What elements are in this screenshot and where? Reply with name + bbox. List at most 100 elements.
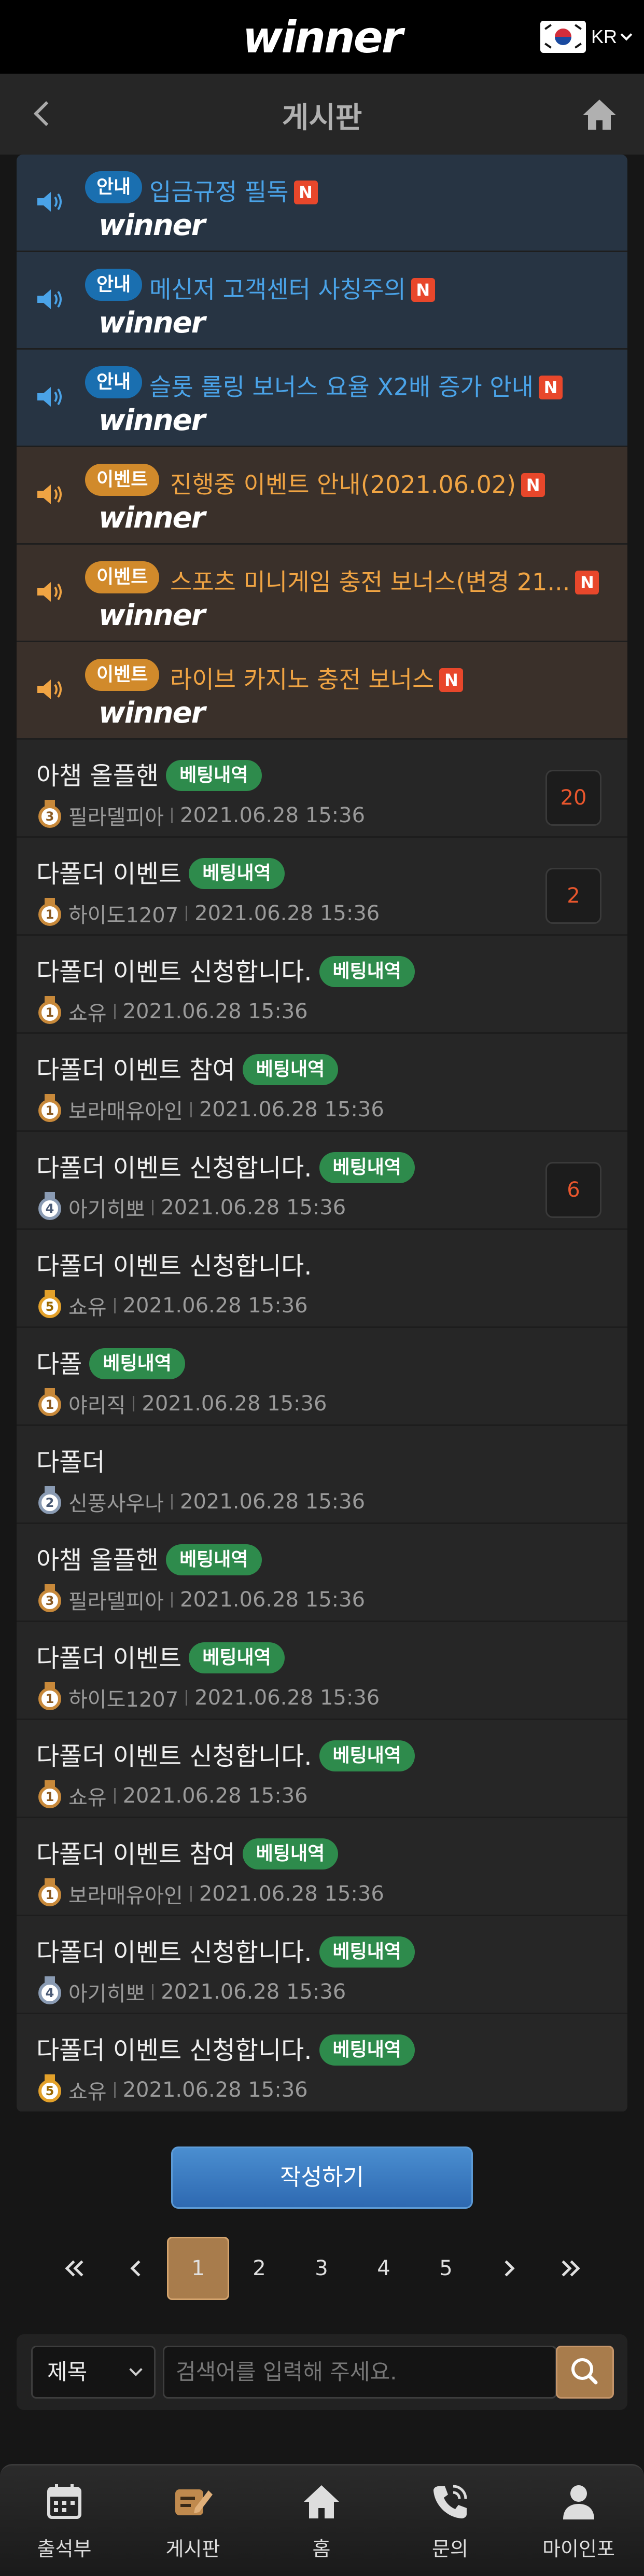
bet-history-badge[interactable]: 베팅내역 (242, 1054, 339, 1085)
brand-logo[interactable]: winner (232, 12, 412, 63)
notice-item[interactable]: 이벤트 진행중 이벤트 안내(2021.06.02) Nwinner (17, 447, 627, 545)
post-row[interactable]: 다폴더 이벤트 신청합니다. 베팅내역 1 쇼유 2021.06.28 15:36 (17, 936, 627, 1034)
nav-home[interactable]: 홈 (257, 2466, 386, 2576)
search-field-select[interactable]: 제목 (31, 2346, 156, 2399)
nav-attendance[interactable]: 출석부 (0, 2466, 129, 2576)
post-title-text: 다폴더 이벤트 신청합니다. (36, 2036, 312, 2065)
post-row[interactable]: 다폴더 이벤트 참여 베팅내역 1 보라매유아인 2021.06.28 15:36 (17, 1034, 627, 1132)
post-row[interactable]: 다폴더 이벤트 참여 베팅내역 1 보라매유아인 2021.06.28 15:36 (17, 1818, 627, 1916)
home-icon (583, 100, 616, 130)
level-medal-icon: 5 (37, 2074, 62, 2106)
bet-history-badge[interactable]: 베팅내역 (242, 1838, 339, 1869)
post-row[interactable]: 다폴더 이벤트 신청합니다. 베팅내역 4 아기히뽀 2021.06.28 15:36 6 (17, 1132, 627, 1230)
page-2[interactable]: 2 (228, 2237, 290, 2300)
post-date: 2021.06.28 15:36 (122, 1294, 308, 1318)
language-selector[interactable]: KR (540, 21, 633, 53)
page-4[interactable]: 4 (353, 2237, 415, 2300)
prev-page-button[interactable] (104, 2237, 166, 2300)
divider (171, 808, 173, 823)
level-medal-icon: 4 (37, 1976, 62, 2007)
notice-item[interactable]: 안내 슬롯 롤링 보너스 요율 X2배 증가 안내 Nwinner (17, 350, 627, 447)
post-title-text: 다폴더 이벤트 신청합니다. (36, 1742, 312, 1771)
korea-flag-icon (540, 21, 586, 53)
post-row[interactable]: 다폴 베팅내역 1 야리직 2021.06.28 15:36 (17, 1328, 627, 1426)
winner-logo: winner (99, 306, 205, 340)
page-5[interactable]: 5 (415, 2237, 477, 2300)
level-medal-icon: 1 (37, 1682, 62, 1713)
phone-icon (433, 2485, 467, 2518)
divider (171, 1494, 173, 1509)
post-row[interactable]: 다폴더 이벤트 신청합니다. 베팅내역 5 쇼유 2021.06.28 15:36 (17, 2014, 627, 2112)
next-page-button[interactable] (477, 2237, 539, 2300)
post-author: 쇼유 (68, 1002, 107, 1026)
level-number: 2 (38, 1491, 61, 1514)
level-number: 4 (38, 1982, 61, 2004)
divider (114, 1004, 116, 1019)
level-medal-icon: 1 (37, 1388, 62, 1419)
notice-item[interactable]: 이벤트 스포츠 미니게임 충전 보너스(변경 21... Nwinner (17, 545, 627, 642)
nav-label: 출석부 (37, 2538, 92, 2560)
nav-board[interactable]: 게시판 (129, 2466, 257, 2576)
bet-history-badge[interactable]: 베팅내역 (189, 1642, 285, 1673)
post-meta: 3 필라델피아 2021.06.28 15:36 (37, 1584, 365, 1615)
post-row[interactable]: 다폴더 이벤트 베팅내역 1 하이도1207 2021.06.28 15:36 2 (17, 838, 627, 936)
post-date: 2021.06.28 15:36 (161, 1980, 346, 2004)
post-row[interactable]: 다폴더 이벤트 베팅내역 1 하이도1207 2021.06.28 15:36 (17, 1622, 627, 1720)
post-author: 쇼유 (68, 1296, 107, 1320)
write-post-button[interactable]: 작성하기 (171, 2146, 473, 2209)
notice-title-text: 메신저 고객센터 사칭주의 (149, 275, 406, 303)
post-title-text: 다폴더 이벤트 신청합니다. (36, 1938, 312, 1967)
notice-title-text: 슬롯 롤링 보너스 요율 X2배 증가 안내 (149, 373, 534, 401)
bet-history-badge[interactable]: 베팅내역 (166, 1544, 262, 1575)
post-row[interactable]: 다폴더 2 신풍사우나 2021.06.28 15:36 (17, 1426, 627, 1524)
post-row[interactable]: 다폴더 이벤트 신청합니다. 베팅내역 4 아기히뽀 2021.06.28 15:36 (17, 1916, 627, 2014)
bet-history-badge[interactable]: 베팅내역 (89, 1348, 185, 1379)
nav-inquiry[interactable]: 문의 (386, 2466, 514, 2576)
page-3[interactable]: 3 (290, 2237, 353, 2300)
post-meta: 1 하이도1207 2021.06.28 15:36 (37, 1682, 380, 1713)
divider (152, 1984, 154, 2000)
post-date: 2021.06.28 15:36 (142, 1392, 327, 1416)
post-title-text: 다폴더 이벤트 신청합니다. (36, 1252, 312, 1281)
post-author: 쇼유 (68, 2080, 107, 2104)
search-button[interactable] (556, 2346, 614, 2399)
search-icon (571, 2358, 598, 2385)
post-date: 2021.06.28 15:36 (122, 2078, 308, 2102)
last-page-button[interactable] (539, 2237, 601, 2300)
page-1[interactable]: 1 (167, 2237, 229, 2300)
post-title-text: 다폴더 이벤트 (36, 1644, 182, 1673)
post-row[interactable]: 다폴더 이벤트 신청합니다. 베팅내역 1 쇼유 2021.06.28 15:36 (17, 1720, 627, 1818)
bet-history-badge[interactable]: 베팅내역 (319, 2034, 415, 2066)
level-number: 3 (38, 805, 61, 828)
bet-history-badge[interactable]: 베팅내역 (166, 760, 262, 791)
notice-item[interactable]: 이벤트 라이브 카지노 충전 보너스 Nwinner (17, 642, 627, 740)
divider (133, 1396, 135, 1411)
new-badge: N (575, 571, 599, 594)
post-author: 필라델피아 (68, 1590, 164, 1614)
post-meta: 5 쇼유 2021.06.28 15:36 (37, 1290, 308, 1321)
bet-history-badge[interactable]: 베팅내역 (319, 956, 415, 987)
nav-my-info[interactable]: 마이인포 (514, 2466, 643, 2576)
post-row[interactable]: 다폴더 이벤트 신청합니다. 5 쇼유 2021.06.28 15:36 (17, 1230, 627, 1328)
notice-item[interactable]: 안내 메신저 고객센터 사칭주의 Nwinner (17, 252, 627, 350)
notice-title-text: 입금규정 필독 (149, 178, 289, 206)
first-page-button[interactable] (41, 2237, 104, 2300)
bet-history-badge[interactable]: 베팅내역 (189, 858, 285, 889)
level-medal-icon: 1 (37, 1780, 62, 1811)
home-button[interactable] (581, 98, 618, 132)
notice-tag: 안내 (85, 171, 143, 203)
speaker-icon (35, 676, 66, 702)
notice-item[interactable]: 안내 입금규정 필독 Nwinner (17, 155, 627, 252)
post-row[interactable]: 아챔 올플핸 베팅내역 3 필라델피아 2021.06.28 15:36 (17, 1524, 627, 1622)
post-title: 다폴더 이벤트 참여 베팅내역 (36, 1834, 339, 1870)
post-date: 2021.06.28 15:36 (199, 1882, 384, 1906)
speaker-icon (35, 384, 66, 410)
bet-history-badge[interactable]: 베팅내역 (319, 1152, 415, 1183)
level-medal-icon: 3 (37, 800, 62, 831)
post-row[interactable]: 아챔 올플핸 베팅내역 3 필라델피아 2021.06.28 15:36 20 (17, 740, 627, 838)
search-input[interactable]: 검색어를 입력해 주세요. (163, 2346, 557, 2399)
level-medal-icon: 1 (37, 996, 62, 1027)
bet-history-badge[interactable]: 베팅내역 (319, 1740, 415, 1771)
bet-history-badge[interactable]: 베팅내역 (319, 1936, 415, 1968)
speaker-icon (35, 579, 66, 605)
